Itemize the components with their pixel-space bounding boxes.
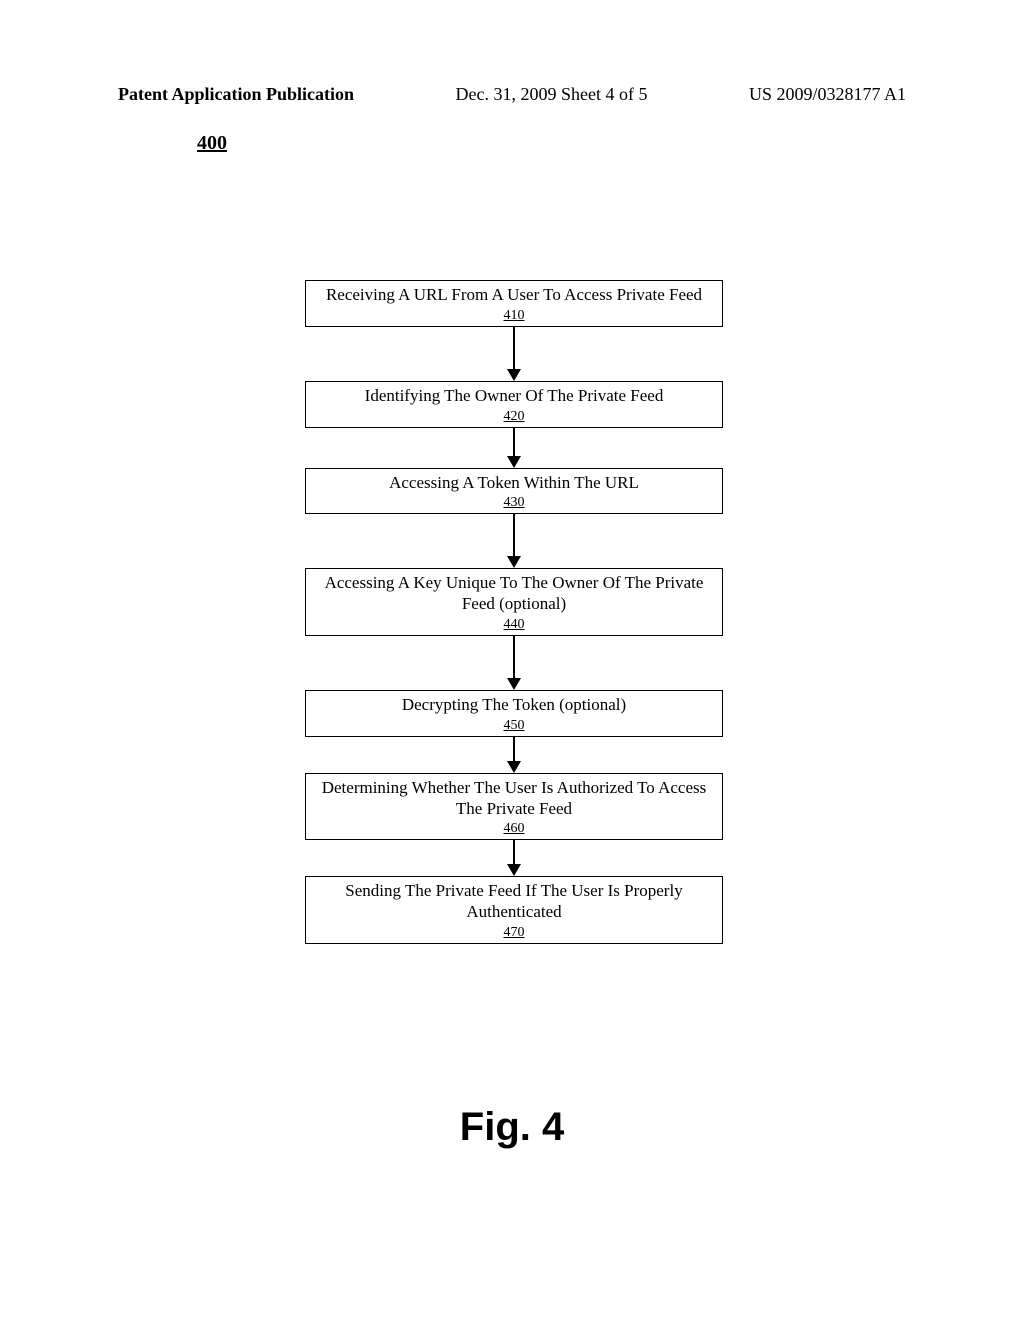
flow-step-text: Sending The Private Feed If The User Is … (345, 881, 682, 921)
flow-step-ref: 450 (316, 717, 712, 734)
flow-step-ref: 410 (316, 307, 712, 324)
flow-step-420: Identifying The Owner Of The Private Fee… (305, 381, 723, 428)
flow-step-text: Determining Whether The User Is Authoriz… (322, 778, 707, 818)
flow-step-460: Determining Whether The User Is Authoriz… (305, 773, 723, 841)
flow-arrow (305, 636, 723, 690)
flow-step-ref: 470 (316, 924, 712, 941)
header-right: US 2009/0328177 A1 (749, 84, 906, 105)
page-header: Patent Application Publication Dec. 31, … (0, 84, 1024, 105)
page: Patent Application Publication Dec. 31, … (0, 0, 1024, 1320)
figure-label: Fig. 4 (0, 1105, 1024, 1150)
flow-arrow (305, 327, 723, 381)
flow-step-ref: 420 (316, 408, 712, 425)
figure-number: 400 (197, 132, 227, 155)
flow-step-ref: 440 (316, 616, 712, 633)
flow-step-440: Accessing A Key Unique To The Owner Of T… (305, 568, 723, 636)
flow-step-450: Decrypting The Token (optional) 450 (305, 690, 723, 737)
flow-step-410: Receiving A URL From A User To Access Pr… (305, 280, 723, 327)
header-left: Patent Application Publication (118, 84, 354, 105)
flow-step-ref: 430 (316, 494, 712, 511)
flow-step-430: Accessing A Token Within The URL 430 (305, 468, 723, 515)
header-center: Dec. 31, 2009 Sheet 4 of 5 (456, 84, 648, 105)
flow-arrow (305, 428, 723, 468)
flow-arrow (305, 514, 723, 568)
flow-arrow (305, 737, 723, 773)
flow-step-text: Accessing A Token Within The URL (389, 473, 639, 492)
flow-step-text: Decrypting The Token (optional) (402, 695, 626, 714)
flow-step-470: Sending The Private Feed If The User Is … (305, 876, 723, 944)
flow-step-text: Receiving A URL From A User To Access Pr… (326, 285, 702, 304)
flow-step-text: Accessing A Key Unique To The Owner Of T… (325, 573, 704, 613)
flow-step-ref: 460 (316, 820, 712, 837)
flowchart: Receiving A URL From A User To Access Pr… (305, 280, 723, 944)
flow-arrow (305, 840, 723, 876)
flow-step-text: Identifying The Owner Of The Private Fee… (365, 386, 664, 405)
